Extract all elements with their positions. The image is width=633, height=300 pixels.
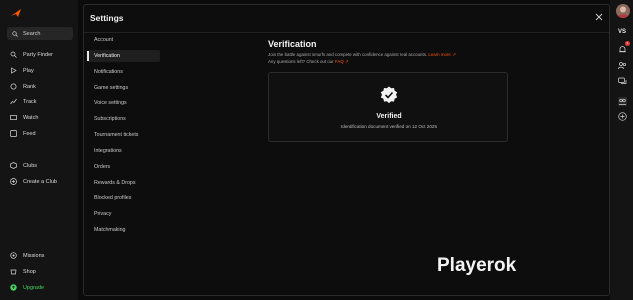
nav-play[interactable]: Play <box>10 66 34 75</box>
bell-icon[interactable] <box>618 45 627 54</box>
nav-label: Missions <box>23 252 45 259</box>
nav-label: Play <box>23 67 34 74</box>
nav-label: Clubs <box>23 162 38 169</box>
nav-feed[interactable]: Feed <box>10 129 36 138</box>
shop-icon <box>10 269 17 275</box>
nav-label: Upgrade <box>23 284 45 291</box>
add-circle-icon[interactable] <box>618 112 627 121</box>
verification-status: Verified <box>376 113 402 120</box>
notification-badge: 1 <box>625 41 630 46</box>
description-text: Join the battle against smurfs and compe… <box>268 52 428 57</box>
verification-detail: Identification document verified on 12 O… <box>340 124 438 129</box>
learn-more-link[interactable]: Learn more ↗ <box>428 52 455 57</box>
modal-title: Settings <box>90 13 124 23</box>
menu-matchmaking[interactable]: Matchmaking <box>87 224 160 236</box>
menu-integrations[interactable]: Integrations <box>87 145 160 157</box>
upgrade-icon <box>10 284 17 291</box>
track-icon <box>10 98 17 105</box>
verification-status-card: Verified Identification document verifie… <box>268 72 508 142</box>
logo-icon[interactable] <box>11 9 21 17</box>
modal-divider <box>84 32 609 33</box>
nav-label: Party Finder <box>23 51 53 58</box>
nav-rank[interactable]: Rank <box>10 82 36 91</box>
nav-clubs[interactable]: Clubs <box>10 161 37 170</box>
nav-watch[interactable]: Watch <box>10 113 38 122</box>
missions-icon <box>10 252 17 259</box>
faq-link[interactable]: FAQ ↗ <box>335 59 349 64</box>
user-avatar-icon <box>617 6 629 18</box>
external-link-icon: ↗ <box>344 59 349 64</box>
right-rail: VS 1 <box>610 0 633 300</box>
menu-subscriptions[interactable]: Subscriptions <box>87 113 160 125</box>
close-icon[interactable] <box>595 13 603 21</box>
external-link-icon: ↗ <box>452 52 456 57</box>
nav-party-finder[interactable]: Party Finder <box>10 50 53 59</box>
menu-verification[interactable]: Verification <box>87 50 160 62</box>
nav-label: Rank <box>23 83 36 90</box>
page-title: Verification <box>268 39 317 49</box>
menu-orders[interactable]: Orders <box>87 161 160 173</box>
chat-icon[interactable] <box>618 77 627 86</box>
menu-rewards-drops[interactable]: Rewards & Drops <box>87 177 160 189</box>
menu-account[interactable]: Account <box>87 34 160 46</box>
nav-upgrade[interactable]: Upgrade <box>10 283 44 292</box>
watch-icon <box>10 115 17 120</box>
avatar[interactable] <box>616 4 630 18</box>
menu-blocked-profiles[interactable]: Blocked profiles <box>87 192 160 204</box>
menu-tournament-tickets[interactable]: Tournament tickets <box>87 129 160 141</box>
plus-circle-icon <box>10 178 17 185</box>
search-icon <box>12 30 18 37</box>
menu-voice-settings[interactable]: Voice settings <box>87 97 160 109</box>
nav-label: Watch <box>23 114 39 121</box>
party-finder-icon <box>10 51 17 58</box>
menu-notifications[interactable]: Notifications <box>87 66 160 78</box>
search-label: Search <box>23 30 41 37</box>
friends-icon[interactable] <box>618 61 627 70</box>
search-input[interactable]: Search <box>7 27 73 40</box>
feed-icon <box>10 130 17 137</box>
rank-icon <box>10 83 17 90</box>
nav-label: Shop <box>23 268 36 275</box>
nav-track[interactable]: Track <box>10 97 37 106</box>
play-icon <box>11 67 17 74</box>
party-icon[interactable] <box>618 97 627 106</box>
vs-label[interactable]: VS <box>618 29 626 35</box>
description-text: Any questions left? Check out our <box>268 59 334 64</box>
settings-modal: Settings Account Verification Notificati… <box>83 4 610 296</box>
page-description: Join the battle against smurfs and compe… <box>268 51 456 65</box>
nav-label: Create a Club <box>23 178 57 185</box>
app-sidebar: Search Party Finder Play Rank Track Watc… <box>0 0 78 300</box>
watermark: Playerok <box>437 255 517 276</box>
clubs-icon <box>10 162 17 169</box>
nav-missions[interactable]: Missions <box>10 251 44 260</box>
nav-create-club[interactable]: Create a Club <box>10 177 57 186</box>
nav-label: Track <box>23 98 37 105</box>
menu-privacy[interactable]: Privacy <box>87 208 160 220</box>
nav-label: Feed <box>23 130 36 137</box>
verified-badge-icon <box>380 86 398 104</box>
nav-shop[interactable]: Shop <box>10 267 36 276</box>
menu-game-settings[interactable]: Game settings <box>87 82 160 94</box>
